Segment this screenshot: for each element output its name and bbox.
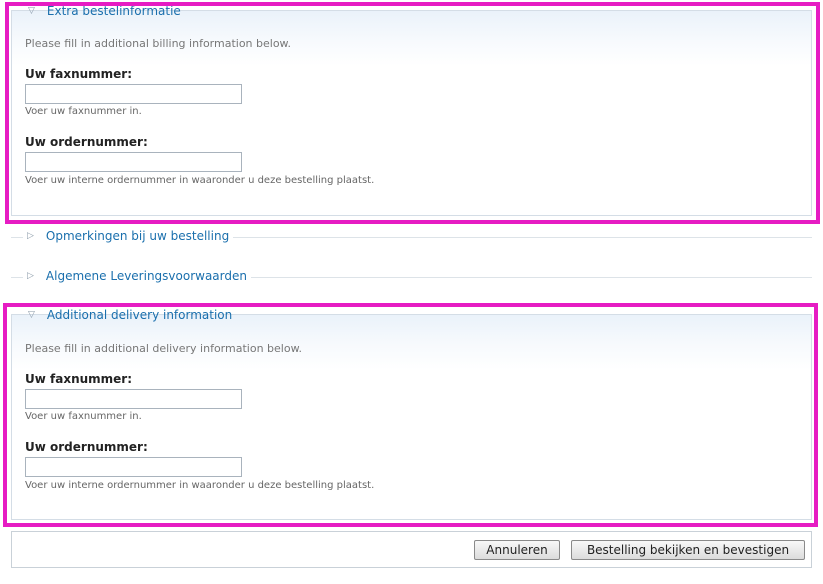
comments-legend-title[interactable]: Opmerkingen bij uw bestelling xyxy=(46,229,229,243)
review-and-confirm-button[interactable]: Bestelling bekijken en bevestigen xyxy=(571,540,805,560)
terms-fieldset-collapsed: ▷ Algemene Leveringsvoorwaarden xyxy=(11,268,812,286)
form-actions-bar: Annuleren Bestelling bekijken en bevesti… xyxy=(11,531,812,568)
collapsed-arrow-icon: ▷ xyxy=(27,271,34,281)
comments-legend[interactable]: ▷ Opmerkingen bij uw bestelling xyxy=(23,229,234,243)
terms-legend[interactable]: ▷ Algemene Leveringsvoorwaarden xyxy=(23,269,251,283)
cancel-button[interactable]: Annuleren xyxy=(474,540,560,560)
terms-legend-title[interactable]: Algemene Leveringsvoorwaarden xyxy=(46,269,247,283)
collapsed-arrow-icon: ▷ xyxy=(27,231,34,241)
delivery-highlight-frame xyxy=(3,303,818,527)
billing-highlight-frame xyxy=(5,2,820,224)
comments-fieldset-collapsed: ▷ Opmerkingen bij uw bestelling xyxy=(11,228,812,246)
